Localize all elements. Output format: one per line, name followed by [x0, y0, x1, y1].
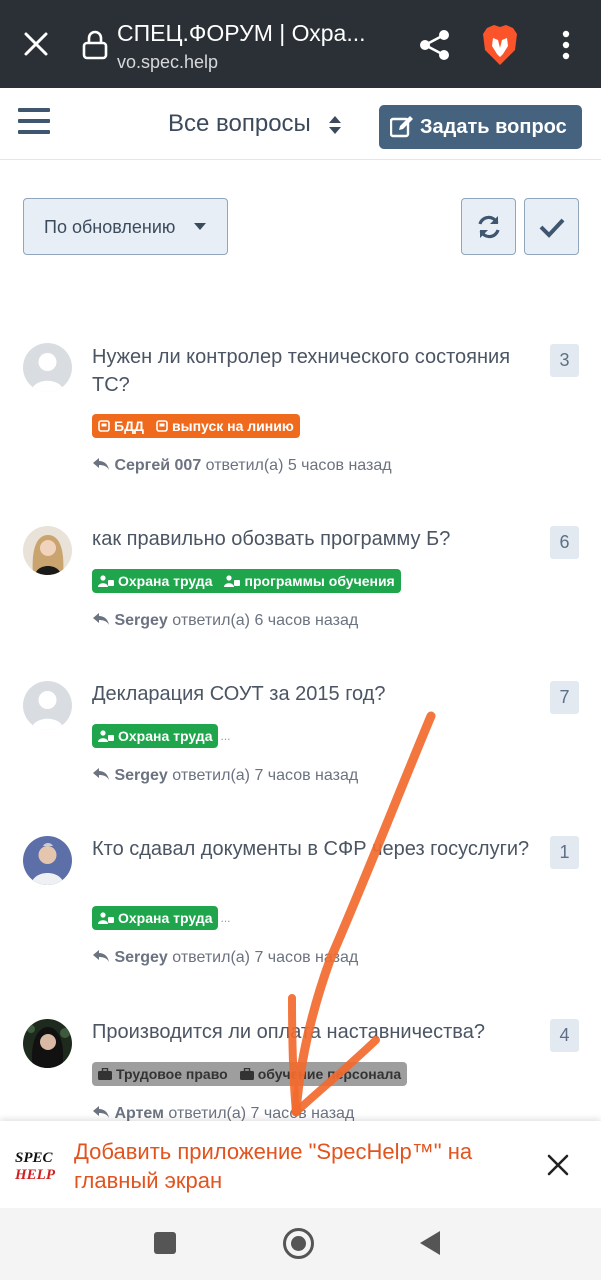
- reply-icon: [93, 1106, 109, 1118]
- ask-question-button[interactable]: Задать вопрос: [379, 105, 582, 149]
- tag-label: программы обучения: [244, 573, 395, 589]
- reply-author[interactable]: Sergey: [114, 612, 167, 629]
- hamburger-icon[interactable]: [18, 108, 50, 136]
- lock-icon: [82, 30, 108, 60]
- more-tags-indicator: ...: [220, 729, 231, 743]
- questions-filter-select[interactable]: Все вопросы: [168, 110, 311, 138]
- question-title[interactable]: Производится ли оплата наставничества?: [92, 1018, 532, 1046]
- tag[interactable]: Охрана труда: [92, 906, 219, 930]
- users-icon: [98, 912, 114, 924]
- last-reply: Sergey ответил(а) 7 часов назад: [92, 767, 358, 785]
- brave-lion-icon[interactable]: [481, 24, 519, 66]
- question-title[interactable]: Нужен ли контролер технического состояни…: [92, 343, 532, 399]
- tag[interactable]: БДД: [92, 414, 151, 438]
- reply-time: ответил(а) 7 часов назад: [172, 949, 359, 966]
- more-tags-indicator: ...: [220, 911, 231, 925]
- tag-list: БДД выпуск на линию: [92, 414, 300, 438]
- reply-count: 3: [550, 344, 579, 377]
- avatar[interactable]: [23, 836, 72, 885]
- briefcase-icon: [239, 1068, 254, 1080]
- reply-count: 6: [550, 526, 579, 559]
- tag-label: Охрана труда: [118, 728, 213, 744]
- question-title[interactable]: как правильно обозвать программу Б?: [92, 525, 532, 553]
- svg-text:SPEC: SPEC: [15, 1150, 54, 1166]
- tag-list: Трудовое право обучение персонала: [92, 1062, 408, 1086]
- ask-question-label: Задать вопрос: [420, 116, 567, 138]
- nav-back-icon[interactable]: [420, 1231, 440, 1255]
- mark-read-button[interactable]: [524, 198, 579, 255]
- avatar[interactable]: [23, 681, 72, 730]
- annotation-arrow-icon: [288, 711, 436, 1117]
- svg-text:HELP: HELP: [14, 1167, 56, 1183]
- tag-label: Трудовое право: [116, 1066, 228, 1082]
- sort-order-label: По обновлению: [44, 217, 176, 237]
- avatar[interactable]: [23, 1019, 72, 1068]
- reply-time: ответил(а) 7 часов назад: [168, 1105, 355, 1122]
- site-header: Все вопросы Задать вопрос: [0, 88, 601, 160]
- check-icon: [539, 218, 565, 238]
- share-icon[interactable]: [418, 28, 452, 62]
- nav-home-icon[interactable]: [283, 1228, 314, 1259]
- users-icon: [98, 575, 114, 587]
- kebab-menu-icon[interactable]: [556, 30, 576, 60]
- tag-icon: [98, 420, 110, 432]
- tag-label: выпуск на линию: [172, 418, 294, 434]
- users-icon: [98, 730, 114, 742]
- last-reply: Сергей 007 ответил(а) 5 часов назад: [92, 457, 392, 475]
- tag-label: Охрана труда: [118, 573, 213, 589]
- question-title[interactable]: Декларация СОУТ за 2015 год?: [92, 680, 532, 708]
- tag-label: БДД: [114, 418, 145, 434]
- reply-author[interactable]: Sergey: [114, 767, 167, 784]
- tag[interactable]: обучение персонала: [233, 1062, 408, 1086]
- system-nav-bar: [0, 1208, 601, 1280]
- tag[interactable]: Трудовое право: [92, 1062, 234, 1086]
- tag-label: Охрана труда: [118, 910, 213, 926]
- tag[interactable]: Охрана труда: [92, 724, 219, 748]
- reply-author[interactable]: Артем: [114, 1105, 163, 1122]
- close-icon[interactable]: [22, 30, 50, 58]
- sort-caret-icon[interactable]: [328, 114, 342, 136]
- reply-author[interactable]: Sergey: [114, 949, 167, 966]
- reply-time: ответил(а) 6 часов назад: [172, 612, 359, 629]
- refresh-icon: [478, 215, 500, 239]
- reply-icon: [93, 458, 109, 470]
- nav-recent-icon[interactable]: [154, 1232, 176, 1254]
- reply-count: 1: [550, 836, 579, 869]
- tag-list: Охрана труда ...: [92, 906, 231, 930]
- tag-icon: [156, 420, 168, 432]
- browser-page-title[interactable]: СПЕЦ.ФОРУМ | Охра...: [117, 20, 366, 47]
- avatar[interactable]: [23, 343, 72, 392]
- tag-list: Охрана труда программы обучения: [92, 569, 401, 593]
- avatar[interactable]: [23, 526, 72, 575]
- tag[interactable]: выпуск на линию: [150, 414, 300, 438]
- reply-author[interactable]: Сергей 007: [114, 457, 201, 474]
- close-x-icon[interactable]: [546, 1153, 570, 1177]
- reply-icon: [93, 613, 109, 625]
- reply-time: ответил(а) 5 часов назад: [205, 457, 392, 474]
- last-reply: Sergey ответил(а) 6 часов назад: [92, 612, 358, 630]
- reply-icon: [93, 950, 109, 962]
- reply-icon: [93, 768, 109, 780]
- spechelp-logo: SPEC HELP: [14, 1150, 56, 1183]
- caret-down-icon: [194, 223, 206, 230]
- refresh-button[interactable]: [461, 198, 516, 255]
- add-to-home-banner[interactable]: SPEC HELP Добавить приложение "SpecHelp™…: [0, 1121, 601, 1208]
- browser-toolbar: СПЕЦ.ФОРУМ | Охра... vo.spec.help: [0, 0, 601, 88]
- add-to-home-text[interactable]: Добавить приложение "SpecHelp™" на главн…: [74, 1137, 524, 1195]
- tag-list: Охрана труда ...: [92, 724, 231, 748]
- browser-url[interactable]: vo.spec.help: [117, 52, 218, 73]
- users-icon: [224, 575, 241, 587]
- reply-time: ответил(а) 7 часов назад: [172, 767, 359, 784]
- reply-count: 4: [550, 1019, 579, 1052]
- tag[interactable]: Охрана труда: [92, 569, 219, 593]
- tag-label: обучение персонала: [257, 1066, 402, 1082]
- sort-order-dropdown[interactable]: По обновлению: [23, 198, 228, 255]
- edit-icon: [390, 116, 413, 138]
- last-reply: Sergey ответил(а) 7 часов назад: [92, 949, 358, 967]
- question-title[interactable]: Кто сдавал документы в СФР через госуслу…: [92, 835, 532, 863]
- tag[interactable]: программы обучения: [218, 569, 401, 593]
- briefcase-icon: [98, 1068, 112, 1080]
- reply-count: 7: [550, 681, 579, 714]
